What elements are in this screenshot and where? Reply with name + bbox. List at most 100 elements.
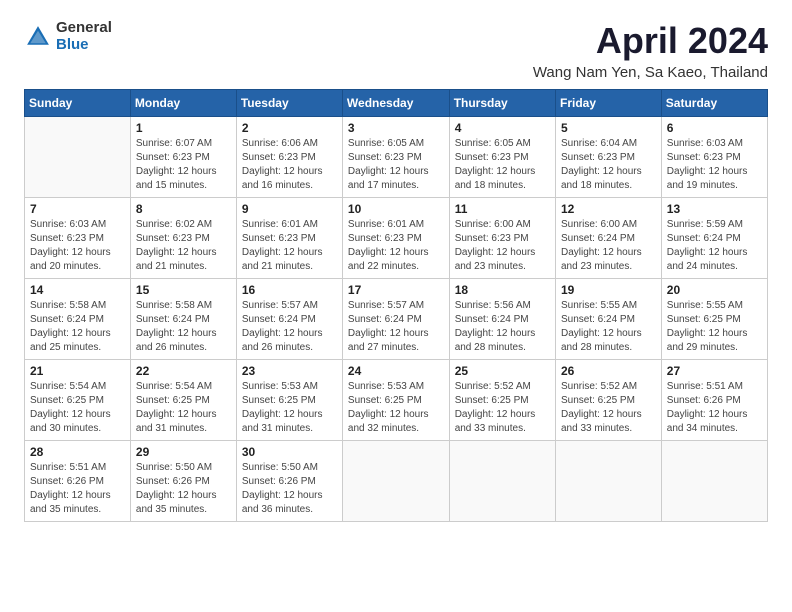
table-row [449, 441, 555, 522]
header-friday: Friday [555, 90, 661, 117]
day-info: Sunrise: 5:51 AMSunset: 6:26 PMDaylight:… [30, 461, 125, 517]
day-info: Sunrise: 5:54 AMSunset: 6:25 PMDaylight:… [30, 380, 125, 436]
calendar-table: Sunday Monday Tuesday Wednesday Thursday… [24, 89, 768, 522]
table-row: 28 Sunrise: 5:51 AMSunset: 6:26 PMDaylig… [25, 441, 131, 522]
table-row: 24 Sunrise: 5:53 AMSunset: 6:25 PMDaylig… [342, 360, 449, 441]
day-info: Sunrise: 5:55 AMSunset: 6:24 PMDaylight:… [561, 299, 656, 355]
table-row: 6 Sunrise: 6:03 AMSunset: 6:23 PMDayligh… [661, 117, 767, 198]
table-row: 30 Sunrise: 5:50 AMSunset: 6:26 PMDaylig… [236, 441, 342, 522]
day-info: Sunrise: 6:02 AMSunset: 6:23 PMDaylight:… [136, 218, 231, 274]
logo-general: General [56, 20, 112, 37]
day-info: Sunrise: 6:03 AMSunset: 6:23 PMDaylight:… [30, 218, 125, 274]
day-number: 7 [30, 202, 125, 216]
day-number: 19 [561, 283, 656, 297]
logo: General Blue [24, 20, 112, 53]
day-number: 16 [242, 283, 337, 297]
day-number: 17 [348, 283, 444, 297]
day-number: 26 [561, 364, 656, 378]
day-number: 14 [30, 283, 125, 297]
table-row: 1 Sunrise: 6:07 AMSunset: 6:23 PMDayligh… [130, 117, 236, 198]
table-row: 21 Sunrise: 5:54 AMSunset: 6:25 PMDaylig… [25, 360, 131, 441]
header-tuesday: Tuesday [236, 90, 342, 117]
day-info: Sunrise: 5:51 AMSunset: 6:26 PMDaylight:… [667, 380, 762, 436]
table-row [661, 441, 767, 522]
day-info: Sunrise: 5:52 AMSunset: 6:25 PMDaylight:… [561, 380, 656, 436]
day-info: Sunrise: 5:59 AMSunset: 6:24 PMDaylight:… [667, 218, 762, 274]
title-block: April 2024 Wang Nam Yen, Sa Kaeo, Thaila… [533, 20, 768, 81]
table-row: 11 Sunrise: 6:00 AMSunset: 6:23 PMDaylig… [449, 198, 555, 279]
main-title: April 2024 [533, 20, 768, 62]
day-number: 8 [136, 202, 231, 216]
table-row: 13 Sunrise: 5:59 AMSunset: 6:24 PMDaylig… [661, 198, 767, 279]
day-info: Sunrise: 6:05 AMSunset: 6:23 PMDaylight:… [455, 137, 550, 193]
day-number: 13 [667, 202, 762, 216]
day-number: 5 [561, 121, 656, 135]
day-info: Sunrise: 5:50 AMSunset: 6:26 PMDaylight:… [136, 461, 231, 517]
table-row: 23 Sunrise: 5:53 AMSunset: 6:25 PMDaylig… [236, 360, 342, 441]
header-monday: Monday [130, 90, 236, 117]
table-row: 12 Sunrise: 6:00 AMSunset: 6:24 PMDaylig… [555, 198, 661, 279]
day-info: Sunrise: 5:56 AMSunset: 6:24 PMDaylight:… [455, 299, 550, 355]
table-row [25, 117, 131, 198]
table-row: 10 Sunrise: 6:01 AMSunset: 6:23 PMDaylig… [342, 198, 449, 279]
day-number: 1 [136, 121, 231, 135]
day-info: Sunrise: 5:55 AMSunset: 6:25 PMDaylight:… [667, 299, 762, 355]
day-info: Sunrise: 5:58 AMSunset: 6:24 PMDaylight:… [136, 299, 231, 355]
day-number: 11 [455, 202, 550, 216]
table-row: 18 Sunrise: 5:56 AMSunset: 6:24 PMDaylig… [449, 279, 555, 360]
table-row: 17 Sunrise: 5:57 AMSunset: 6:24 PMDaylig… [342, 279, 449, 360]
table-row [555, 441, 661, 522]
day-number: 12 [561, 202, 656, 216]
day-number: 25 [455, 364, 550, 378]
page-container: General Blue April 2024 Wang Nam Yen, Sa… [24, 20, 768, 522]
day-info: Sunrise: 5:58 AMSunset: 6:24 PMDaylight:… [30, 299, 125, 355]
day-number: 15 [136, 283, 231, 297]
day-info: Sunrise: 5:54 AMSunset: 6:25 PMDaylight:… [136, 380, 231, 436]
day-info: Sunrise: 6:06 AMSunset: 6:23 PMDaylight:… [242, 137, 337, 193]
day-number: 28 [30, 445, 125, 459]
table-row: 2 Sunrise: 6:06 AMSunset: 6:23 PMDayligh… [236, 117, 342, 198]
table-row [342, 441, 449, 522]
calendar-header-row: Sunday Monday Tuesday Wednesday Thursday… [25, 90, 768, 117]
day-number: 30 [242, 445, 337, 459]
header: General Blue April 2024 Wang Nam Yen, Sa… [24, 20, 768, 81]
table-row: 5 Sunrise: 6:04 AMSunset: 6:23 PMDayligh… [555, 117, 661, 198]
day-number: 23 [242, 364, 337, 378]
day-info: Sunrise: 5:53 AMSunset: 6:25 PMDaylight:… [348, 380, 444, 436]
subtitle: Wang Nam Yen, Sa Kaeo, Thailand [533, 64, 768, 81]
header-thursday: Thursday [449, 90, 555, 117]
table-row: 14 Sunrise: 5:58 AMSunset: 6:24 PMDaylig… [25, 279, 131, 360]
logo-icon [24, 23, 52, 51]
table-row: 26 Sunrise: 5:52 AMSunset: 6:25 PMDaylig… [555, 360, 661, 441]
day-info: Sunrise: 6:05 AMSunset: 6:23 PMDaylight:… [348, 137, 444, 193]
day-info: Sunrise: 6:00 AMSunset: 6:24 PMDaylight:… [561, 218, 656, 274]
day-info: Sunrise: 5:50 AMSunset: 6:26 PMDaylight:… [242, 461, 337, 517]
day-number: 27 [667, 364, 762, 378]
table-row: 29 Sunrise: 5:50 AMSunset: 6:26 PMDaylig… [130, 441, 236, 522]
table-row: 25 Sunrise: 5:52 AMSunset: 6:25 PMDaylig… [449, 360, 555, 441]
table-row: 16 Sunrise: 5:57 AMSunset: 6:24 PMDaylig… [236, 279, 342, 360]
day-number: 3 [348, 121, 444, 135]
table-row: 20 Sunrise: 5:55 AMSunset: 6:25 PMDaylig… [661, 279, 767, 360]
table-row: 8 Sunrise: 6:02 AMSunset: 6:23 PMDayligh… [130, 198, 236, 279]
table-row: 19 Sunrise: 5:55 AMSunset: 6:24 PMDaylig… [555, 279, 661, 360]
day-info: Sunrise: 5:52 AMSunset: 6:25 PMDaylight:… [455, 380, 550, 436]
day-number: 24 [348, 364, 444, 378]
day-number: 6 [667, 121, 762, 135]
header-wednesday: Wednesday [342, 90, 449, 117]
calendar-row: 21 Sunrise: 5:54 AMSunset: 6:25 PMDaylig… [25, 360, 768, 441]
day-number: 9 [242, 202, 337, 216]
day-info: Sunrise: 5:57 AMSunset: 6:24 PMDaylight:… [348, 299, 444, 355]
header-sunday: Sunday [25, 90, 131, 117]
table-row: 7 Sunrise: 6:03 AMSunset: 6:23 PMDayligh… [25, 198, 131, 279]
day-info: Sunrise: 6:03 AMSunset: 6:23 PMDaylight:… [667, 137, 762, 193]
header-saturday: Saturday [661, 90, 767, 117]
day-number: 22 [136, 364, 231, 378]
day-info: Sunrise: 5:53 AMSunset: 6:25 PMDaylight:… [242, 380, 337, 436]
logo-blue: Blue [56, 37, 112, 54]
calendar-row: 1 Sunrise: 6:07 AMSunset: 6:23 PMDayligh… [25, 117, 768, 198]
day-number: 18 [455, 283, 550, 297]
table-row: 3 Sunrise: 6:05 AMSunset: 6:23 PMDayligh… [342, 117, 449, 198]
calendar-row: 28 Sunrise: 5:51 AMSunset: 6:26 PMDaylig… [25, 441, 768, 522]
day-info: Sunrise: 5:57 AMSunset: 6:24 PMDaylight:… [242, 299, 337, 355]
